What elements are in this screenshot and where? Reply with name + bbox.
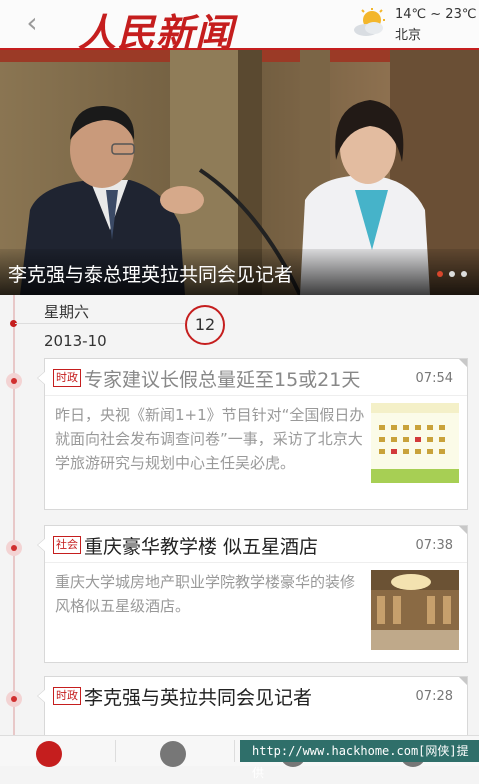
temperature-range: 14℃ ~ 23℃ [395, 7, 477, 22]
date-day: 12 [185, 305, 225, 345]
timeline-node [6, 540, 22, 556]
timeline-node [6, 373, 22, 389]
sun-cloud-icon [354, 8, 385, 36]
back-button[interactable]: ‹ [18, 8, 46, 38]
news-card[interactable]: 社会 重庆豪华教学楼 似五星酒店 07:38 重庆大学城房地产职业学院教学楼豪华… [37, 525, 468, 663]
news-tag: 社会 [53, 536, 81, 554]
topic-icon[interactable] [160, 741, 186, 767]
carousel-indicator [437, 271, 467, 277]
nav-divider [115, 740, 116, 762]
app-logo: 人民新闻 [78, 10, 235, 55]
card-separator [45, 562, 467, 563]
news-thumbnail [371, 403, 459, 483]
news-tag: 时政 [53, 687, 81, 705]
date-weekday: 星期六 [44, 303, 90, 321]
card-separator [45, 395, 467, 396]
date-year-month: 2013-10 [44, 332, 107, 350]
hero-banner[interactable]: 李克强与泰总理英拉共同会见记者 [0, 50, 479, 295]
card-corner [459, 359, 467, 367]
card-corner [459, 677, 467, 685]
news-tag: 时政 [53, 369, 81, 387]
timeline-node [6, 691, 22, 707]
news-card[interactable]: 时政 李克强与英拉共同会见记者 07:28 [37, 676, 468, 736]
news-title[interactable]: 专家建议长假总量延至15或21天 [84, 365, 360, 392]
news-summary: 昨日，央视《新闻1+1》节目针对“全国假日办就面向社会发布调查问卷”一事，采访了… [55, 406, 365, 472]
news-title[interactable]: 重庆豪华教学楼 似五星酒店 [84, 532, 318, 559]
news-summary: 重庆大学城房地产职业学院教学楼豪华的装修风格似五星级酒店。 [55, 573, 356, 615]
carousel-dot [449, 271, 455, 277]
site-watermark: http://www.hackhome.com[网侠]提供 [240, 740, 479, 780]
timeline-line [13, 295, 15, 735]
card-corner [459, 526, 467, 534]
home-icon[interactable] [36, 741, 62, 767]
news-title[interactable]: 李克强与英拉共同会见记者 [84, 683, 312, 710]
news-thumbnail [371, 570, 459, 650]
news-time: 07:38 [415, 538, 453, 553]
news-time: 07:54 [415, 371, 453, 386]
nav-divider [234, 740, 235, 762]
news-time: 07:28 [415, 689, 453, 704]
news-card[interactable]: 时政 专家建议长假总量延至15或21天 07:54 昨日，央视《新闻1+1》节目… [37, 358, 468, 510]
carousel-dot [461, 271, 467, 277]
carousel-dot [437, 271, 443, 277]
city-name: 北京 [395, 28, 422, 43]
hero-caption[interactable]: 李克强与泰总理英拉共同会见记者 [8, 260, 293, 287]
app-header: ‹ 人民新闻 14℃ ~ 23℃ 北京 [0, 0, 479, 55]
date-divider [15, 323, 185, 324]
